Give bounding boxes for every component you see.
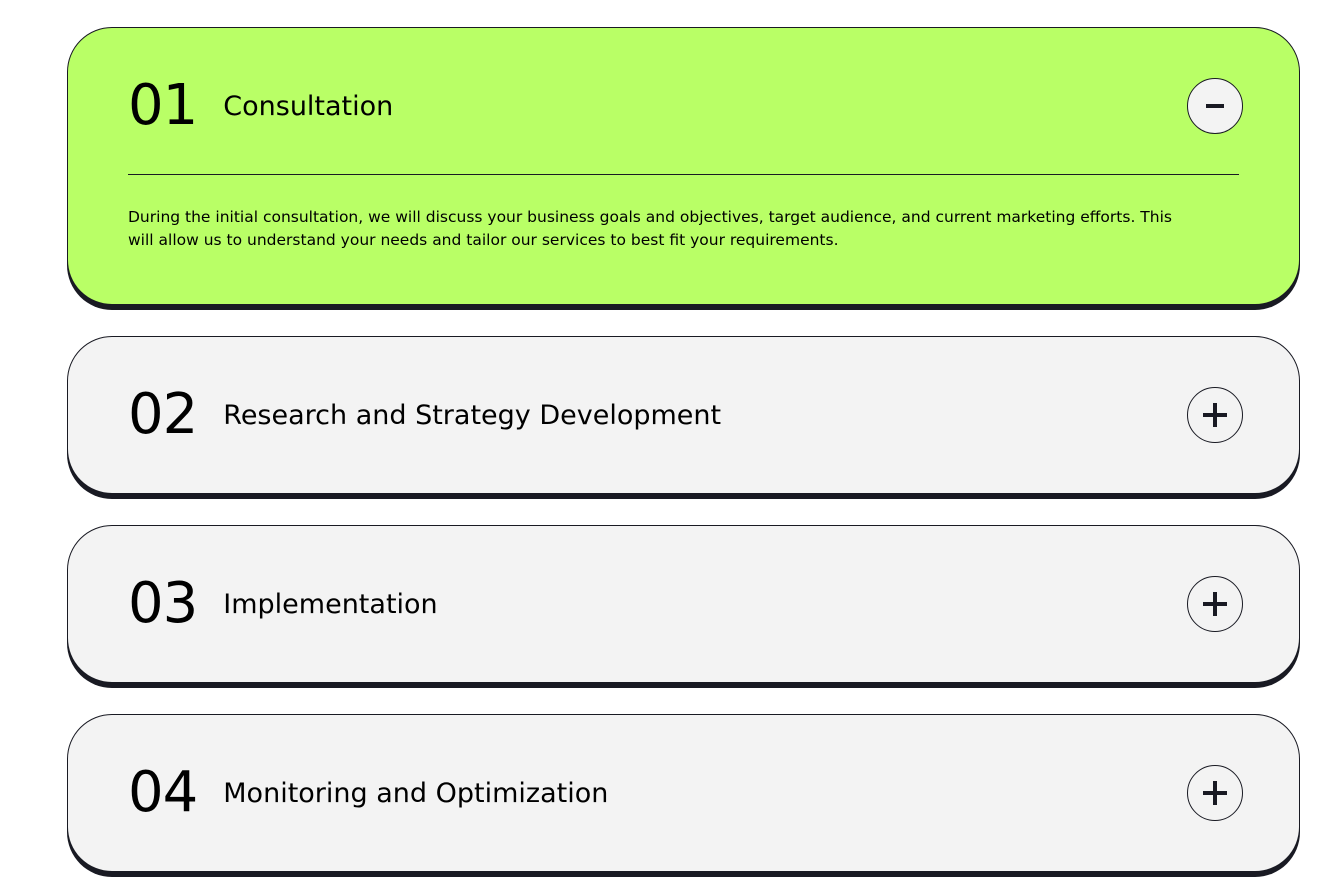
step-number: 02 <box>128 382 198 447</box>
plus-icon <box>1203 403 1227 427</box>
process-step-consultation: 01 Consultation During the initial consu… <box>67 27 1300 305</box>
step-header[interactable]: 03 Implementation <box>128 575 1243 633</box>
step-title: Consultation <box>223 90 394 122</box>
expand-button[interactable] <box>1187 576 1243 632</box>
step-number: 04 <box>128 760 198 825</box>
step-title: Research and Strategy Development <box>223 399 722 431</box>
step-header[interactable]: 02 Research and Strategy Development <box>128 386 1243 444</box>
expand-button[interactable] <box>1187 765 1243 821</box>
plus-icon <box>1203 781 1227 805</box>
process-steps-list: 01 Consultation During the initial consu… <box>0 0 1339 894</box>
step-number: 01 <box>128 73 198 138</box>
step-title: Implementation <box>223 588 438 620</box>
step-title: Monitoring and Optimization <box>223 777 609 809</box>
minus-icon <box>1206 104 1224 108</box>
process-step-monitoring: 04 Monitoring and Optimization <box>67 714 1300 872</box>
process-step-implementation: 03 Implementation <box>67 525 1300 683</box>
step-number: 03 <box>128 571 198 636</box>
divider <box>128 174 1239 175</box>
step-description: During the initial consultation, we will… <box>128 208 1172 249</box>
plus-icon <box>1203 592 1227 616</box>
step-header[interactable]: 01 Consultation <box>128 77 1243 135</box>
collapse-button[interactable] <box>1187 78 1243 134</box>
process-step-research: 02 Research and Strategy Development <box>67 336 1300 494</box>
step-header[interactable]: 04 Monitoring and Optimization <box>128 764 1243 822</box>
expand-button[interactable] <box>1187 387 1243 443</box>
